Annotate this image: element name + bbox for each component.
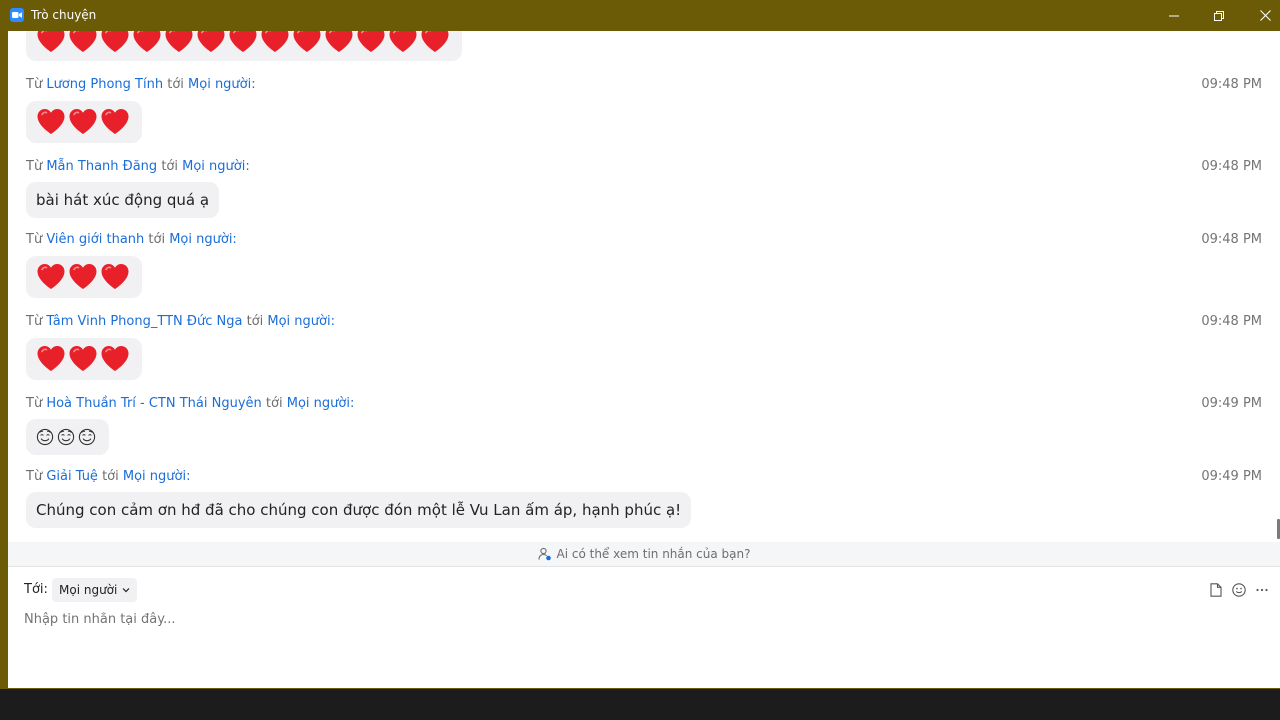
from-prefix: Từ <box>26 77 43 92</box>
red-heart-icon <box>100 108 130 136</box>
restore-button[interactable] <box>1196 0 1242 31</box>
red-heart-icon <box>36 108 66 136</box>
red-heart-icon <box>100 345 130 373</box>
title-bar[interactable]: Trò chuyện <box>0 0 1280 31</box>
recipient-name: Mọi người: <box>122 469 191 484</box>
red-heart-icon <box>356 31 386 54</box>
red-heart-icon <box>36 345 66 373</box>
smiling-face-icon <box>57 428 75 446</box>
to-word: tới <box>246 314 264 329</box>
chat-window: Trò chuyện Từ Lương Phong Tính tới Mọi n… <box>0 0 1280 689</box>
from-prefix: Từ <box>26 469 43 484</box>
message-time: 09:48 PM <box>1201 159 1262 174</box>
from-prefix: Từ <box>26 396 43 411</box>
red-heart-icon <box>292 31 322 54</box>
message-bubble-hearts[interactable] <box>26 338 142 380</box>
recipient-name: Mọi người: <box>169 232 237 247</box>
message-bubble-text[interactable]: Chúng con cảm ơn hđ đã cho chúng con đượ… <box>26 492 692 528</box>
sender-name[interactable]: Tâm Vinh Phong_TTN Đức Nga <box>46 314 242 329</box>
to-word: tới <box>167 77 184 92</box>
taskbar-strip <box>0 689 1280 720</box>
red-heart-icon <box>388 31 418 54</box>
message-bubble-hearts[interactable] <box>26 256 142 298</box>
compose-area: Tới: Mọi người <box>8 567 1280 688</box>
compose-toolbar <box>1201 582 1270 598</box>
message-time: 09:49 PM <box>1201 396 1262 411</box>
message-header: Từ Lương Phong Tính tới Mọi người: <box>26 77 256 93</box>
red-heart-icon <box>228 31 258 54</box>
message-header: Từ Tâm Vinh Phong_TTN Đức Nga tới Mọi ng… <box>26 314 335 330</box>
to-word: tới <box>148 232 166 247</box>
visibility-notice[interactable]: Ai có thể xem tin nhắn của bạn? <box>8 542 1280 567</box>
window-title: Trò chuyện <box>31 8 97 22</box>
recipient-name: Mọi người: <box>182 159 250 174</box>
zoom-camera-icon <box>10 8 24 22</box>
message-header: Từ Mẫn Thanh Đăng tới Mọi người: <box>26 159 250 175</box>
red-heart-icon <box>68 108 98 136</box>
smiling-face-icon <box>36 428 54 446</box>
red-heart-icon <box>68 31 98 54</box>
sender-name[interactable]: Mẫn Thanh Đăng <box>46 159 157 174</box>
red-heart-icon <box>100 263 130 291</box>
recipient-name: Mọi người: <box>188 77 256 92</box>
red-heart-icon <box>260 31 290 54</box>
from-prefix: Từ <box>26 232 43 247</box>
emoji-icon[interactable] <box>1231 582 1247 598</box>
red-heart-icon <box>164 31 194 54</box>
red-heart-icon <box>36 31 66 54</box>
more-icon[interactable] <box>1254 582 1270 598</box>
red-heart-icon <box>68 263 98 291</box>
sender-name[interactable]: Giải Tuệ <box>46 469 98 484</box>
recipient-name: Mọi người: <box>267 314 335 329</box>
message-header: Từ Giải Tuệ tới Mọi người: <box>26 469 190 485</box>
recipient-value: Mọi người <box>59 583 118 597</box>
message-header: Từ Viên giới thanh tới Mọi người: <box>26 232 237 248</box>
recipient-name: Mọi người: <box>286 396 355 411</box>
restore-icon <box>1214 10 1224 21</box>
to-word: tới <box>161 159 178 174</box>
message-time: 09:48 PM <box>1201 77 1262 92</box>
message-bubble-hearts[interactable] <box>26 101 142 143</box>
message-list[interactable]: Từ Lương Phong Tính tới Mọi người: 09:48… <box>8 31 1280 542</box>
sender-name[interactable]: Hoà Thuần Trí - CTN Thái Nguyên <box>46 396 261 411</box>
red-heart-icon <box>68 345 98 373</box>
red-heart-icon <box>132 31 162 54</box>
to-word: tới <box>265 396 283 411</box>
message-time: 09:48 PM <box>1201 314 1262 329</box>
chevron-down-icon <box>122 586 130 594</box>
message-header: Từ Hoà Thuần Trí - CTN Thái Nguyên tới M… <box>26 396 354 412</box>
minimize-button[interactable] <box>1151 0 1197 31</box>
chat-panel: Từ Lương Phong Tính tới Mọi người: 09:48… <box>8 31 1280 688</box>
sender-name[interactable]: Lương Phong Tính <box>46 77 163 92</box>
red-heart-icon <box>100 31 130 54</box>
visibility-text: Ai có thể xem tin nhắn của bạn? <box>556 547 751 561</box>
from-prefix: Từ <box>26 159 43 174</box>
message-bubble-hearts[interactable] <box>26 31 462 61</box>
red-heart-icon <box>196 31 226 54</box>
close-icon <box>1259 10 1271 21</box>
red-heart-icon <box>420 31 450 54</box>
person-lock-icon <box>537 547 552 561</box>
minimize-icon <box>1169 15 1179 16</box>
to-label: Tới: <box>24 582 48 597</box>
smiling-face-icon <box>78 428 96 446</box>
red-heart-icon <box>324 31 354 54</box>
from-prefix: Từ <box>26 314 43 329</box>
message-time: 09:49 PM <box>1201 469 1262 484</box>
message-input[interactable] <box>24 607 1264 631</box>
message-bubble-faces[interactable] <box>26 419 109 455</box>
message-bubble-text[interactable]: bài hát xúc động quá ạ <box>26 182 220 218</box>
close-button[interactable] <box>1242 0 1280 31</box>
recipient-dropdown[interactable]: Mọi người <box>52 578 138 602</box>
file-icon[interactable] <box>1208 582 1224 598</box>
to-word: tới <box>102 469 119 484</box>
message-time: 09:48 PM <box>1201 232 1262 247</box>
sender-name[interactable]: Viên giới thanh <box>46 232 144 247</box>
red-heart-icon <box>36 263 66 291</box>
